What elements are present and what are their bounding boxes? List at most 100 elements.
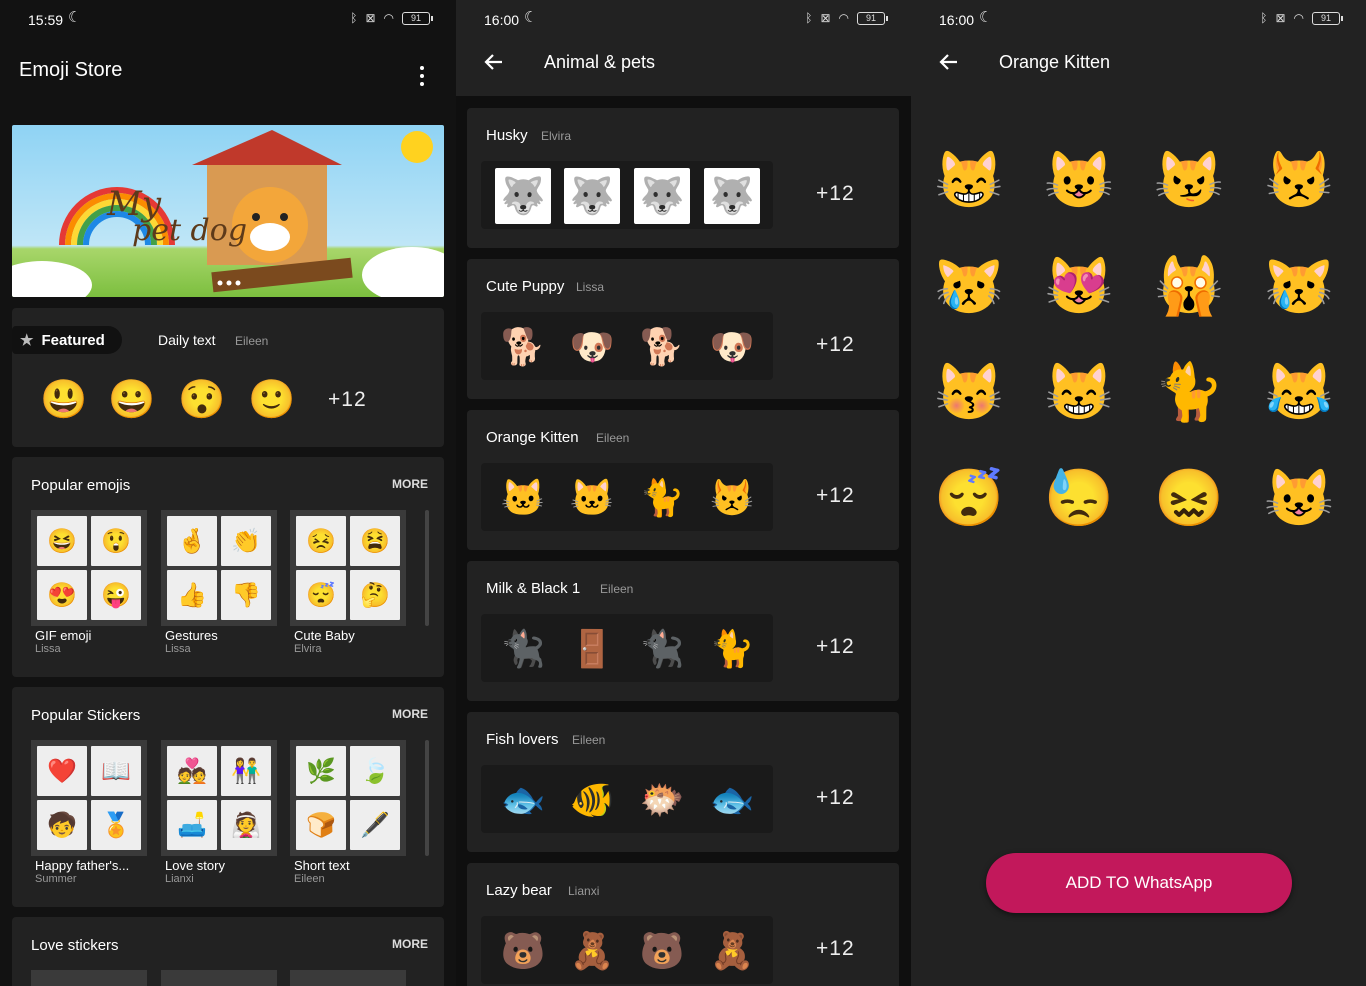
featured-more-count[interactable]: +12: [328, 388, 367, 412]
pack-thumbnail-grid: 😆 😲 😍 😜: [31, 510, 147, 626]
more-button[interactable]: MORE: [392, 477, 428, 491]
kitten-sticker[interactable]: 😼: [1149, 140, 1229, 220]
kitten-sticker[interactable]: 😖: [1149, 458, 1229, 538]
pack-thumb: 🌿: [296, 746, 346, 796]
more-count: +12: [816, 182, 855, 205]
pack-author: Lianxi: [568, 884, 600, 898]
pack-card[interactable]: [31, 970, 147, 986]
more-button[interactable]: MORE: [392, 707, 428, 721]
pack-card[interactable]: 💑 👫 🛋️ 👰 Love story Lianxi: [161, 740, 277, 885]
pack-title: Lazy bear: [486, 882, 552, 899]
pack-card[interactable]: ❤️ 📖 🧒 🏅 Happy father's... Summer: [31, 740, 147, 885]
banner-image[interactable]: My pet dog: [12, 125, 444, 297]
pack-title: Orange Kitten: [486, 429, 579, 446]
pack-row[interactable]: Fish lovers Eileen 🐟 🐠 🐡 🐟 +12: [467, 712, 899, 852]
bluetooth-icon: ᛒ: [350, 11, 358, 25]
pack-card[interactable]: [161, 970, 277, 986]
pack-thumbnail-grid: 😣 😫 😴 🤔: [290, 510, 406, 626]
status-icons: ᛒ ⊠ ◠ 91: [1260, 11, 1343, 25]
preview-sticker: 🐡: [639, 779, 685, 820]
featured-sticker[interactable]: 🙂: [244, 372, 300, 428]
pack-thumbnail-grid: 🌿 🍃 🍞 🖋️: [290, 740, 406, 856]
pack-thumb: 🖋️: [350, 800, 400, 850]
pack-row[interactable]: Cute Puppy Lissa 🐕 🐶 🐕 🐶 +12: [467, 259, 899, 399]
pack-thumb: 👎: [221, 570, 271, 620]
arrow-left-icon[interactable]: [937, 50, 961, 74]
battery-icon: 91: [857, 11, 888, 25]
kitten-sticker[interactable]: 🐈: [1149, 352, 1229, 432]
arrow-left-icon[interactable]: [482, 50, 506, 74]
kitten-sticker[interactable]: 😽: [929, 352, 1009, 432]
pack-thumb: 👍: [167, 570, 217, 620]
add-to-whatsapp-button[interactable]: ADD TO WhatsApp: [986, 853, 1292, 913]
featured-card: ★ Featured Daily text Eileen 😃 😀 😯 🙂 +12: [12, 308, 444, 447]
pack-title: Milk & Black 1: [486, 580, 581, 597]
orange-kitten-screen: 16:00 ☾ ᛒ ⊠ ◠ 91 Orange Kitten 😸 😺 😼 😾 😿…: [911, 0, 1366, 986]
pack-row[interactable]: Orange Kitten Eileen 🐱 🐱 🐈 😾 +12: [467, 410, 899, 550]
kitten-sticker[interactable]: 😴: [929, 458, 1009, 538]
pack-thumb: 🧒: [37, 800, 87, 850]
kitten-sticker[interactable]: 😺: [1259, 458, 1339, 538]
pack-card[interactable]: 😣 😫 😴 🤔 Cute Baby Elvira: [290, 510, 406, 655]
pack-thumbnail-grid: 🤞 👏 👍 👎: [161, 510, 277, 626]
more-button[interactable]: MORE: [392, 937, 428, 951]
pack-thumb: 🏅: [91, 800, 141, 850]
pack-thumbnail-grid: 💑 👫 🛋️ 👰: [161, 740, 277, 856]
tab-featured[interactable]: ★ Featured: [12, 326, 122, 354]
more-vertical-icon[interactable]: [420, 66, 426, 90]
status-icons: ᛒ ⊠ ◠ 91: [805, 11, 888, 25]
featured-sticker[interactable]: 😯: [174, 372, 230, 428]
preview-sticker: 🧸: [569, 930, 615, 971]
preview-sticker: 🐟: [709, 779, 755, 820]
pack-name: Happy father's...: [35, 858, 130, 873]
pack-author: Elvira: [541, 129, 572, 143]
pack-author: Eileen: [596, 431, 630, 445]
preview-sticker: 🐈: [639, 477, 685, 518]
pack-card[interactable]: 🌿 🍃 🍞 🖋️ Short text Eileen: [290, 740, 406, 885]
moon-icon: ☾: [524, 9, 538, 26]
moon-icon: ☾: [979, 9, 993, 26]
status-bar: 16:00 ☾ ᛒ ⊠ ◠ 91: [456, 0, 911, 38]
pack-author: Lissa: [165, 643, 191, 655]
wifi-icon: ◠: [383, 11, 394, 25]
pack-thumb: 👏: [221, 516, 271, 566]
preview-sticker: 🐺: [704, 168, 760, 224]
wifi-icon: ◠: [1293, 11, 1304, 25]
kitten-sticker[interactable]: 😺: [1039, 140, 1119, 220]
kitten-sticker[interactable]: 😹: [1259, 352, 1339, 432]
status-time: 15:59: [28, 12, 64, 28]
section-title: Love stickers: [31, 937, 119, 954]
preview-strip: 🐺 🐺 🐺 🐺: [481, 161, 773, 229]
kitten-sticker[interactable]: 😿: [929, 246, 1009, 326]
kitten-sticker[interactable]: 😻: [1039, 246, 1119, 326]
pack-author: Eileen: [572, 733, 606, 747]
kitten-sticker[interactable]: 🙀: [1149, 246, 1229, 326]
more-count: +12: [816, 635, 855, 658]
status-icons: ᛒ ⊠ ◠ 91: [350, 11, 433, 25]
section-title: Popular Stickers: [31, 707, 141, 724]
preview-sticker: 🐺: [495, 168, 551, 224]
pack-row[interactable]: Husky Elvira 🐺 🐺 🐺 🐺 +12: [467, 108, 899, 248]
kitten-sticker[interactable]: 😸: [1039, 352, 1119, 432]
pack-card[interactable]: 🤞 👏 👍 👎 Gestures Lissa: [161, 510, 277, 655]
featured-sticker[interactable]: 😃: [36, 372, 92, 428]
kitten-sticker[interactable]: 😾: [1259, 140, 1339, 220]
bluetooth-icon: ᛒ: [805, 11, 813, 25]
wifi-icon: ◠: [838, 11, 849, 25]
pack-thumb: 😲: [91, 516, 141, 566]
kitten-sticker[interactable]: 😓: [1039, 458, 1119, 538]
preview-strip: 🐈‍⬛ 🚪 🐈‍⬛ 🐈: [481, 614, 773, 682]
pack-author: Lissa: [35, 643, 61, 655]
pack-row[interactable]: Milk & Black 1 Eileen 🐈‍⬛ 🚪 🐈‍⬛ 🐈 +12: [467, 561, 899, 701]
kitten-sticker[interactable]: 😿: [1259, 246, 1339, 326]
status-time: 16:00: [939, 12, 975, 28]
kitten-sticker[interactable]: 😸: [929, 140, 1009, 220]
pack-author: Summer: [35, 873, 77, 885]
tab-daily-text[interactable]: Daily text: [158, 332, 216, 348]
status-bar: 16:00 ☾ ᛒ ⊠ ◠ 91: [911, 0, 1366, 38]
featured-sticker[interactable]: 😀: [104, 372, 160, 428]
pack-card[interactable]: 😆 😲 😍 😜 GIF emoji Lissa: [31, 510, 147, 655]
preview-sticker: 🚪: [569, 628, 615, 669]
pack-row[interactable]: Lazy bear Lianxi 🐻 🧸 🐻 🧸 +12: [467, 863, 899, 986]
pack-card[interactable]: [290, 970, 406, 986]
